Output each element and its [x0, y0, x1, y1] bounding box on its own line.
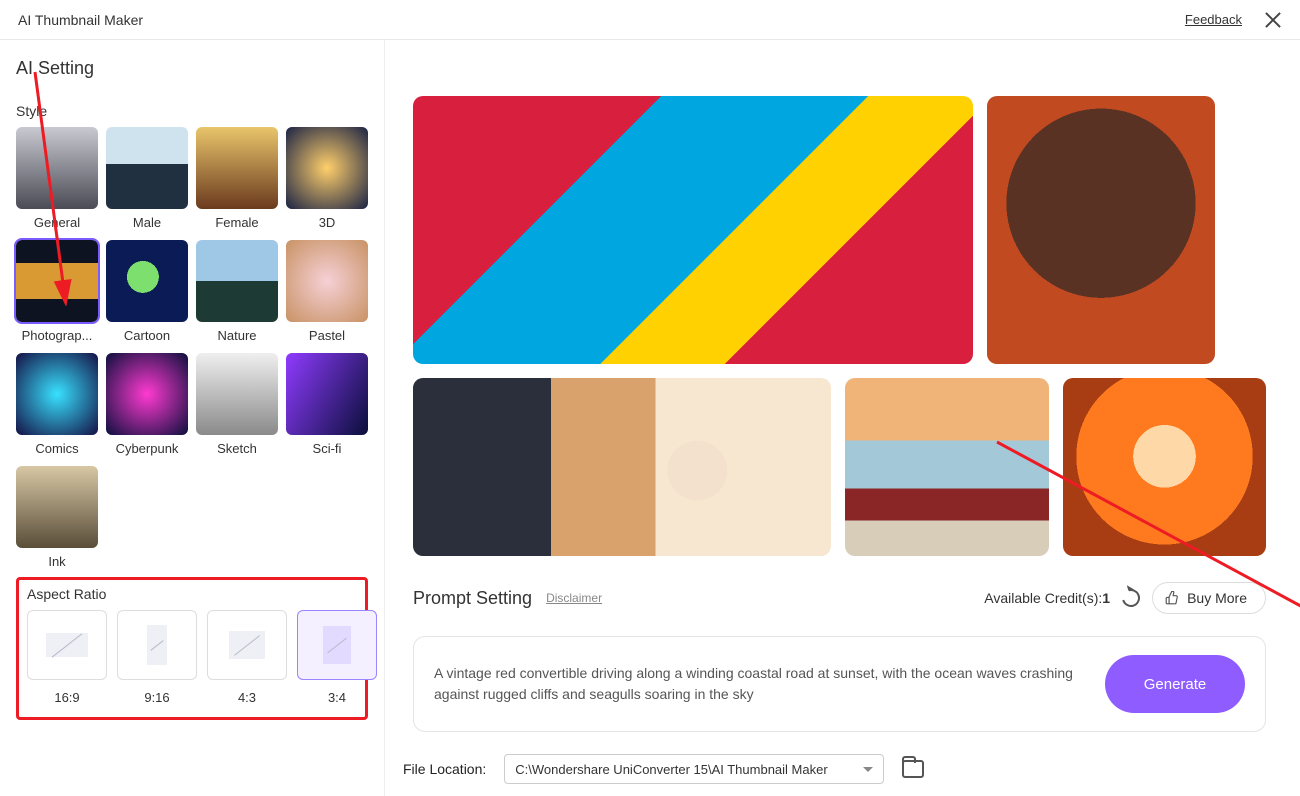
- style-name: Sci-fi: [286, 441, 368, 456]
- style-name: Nature: [196, 328, 278, 343]
- style-item-general[interactable]: General: [16, 127, 98, 230]
- style-name: Male: [106, 215, 188, 230]
- aspect-box: [207, 610, 287, 680]
- style-thumb: [16, 353, 98, 435]
- style-item-nature[interactable]: Nature: [196, 240, 278, 343]
- aspect-ratio-panel: Aspect Ratio 16:99:164:33:4: [16, 577, 368, 720]
- aspect-shape-icon: [147, 625, 167, 665]
- style-thumb: [106, 127, 188, 209]
- disclaimer-link[interactable]: Disclaimer: [546, 591, 602, 605]
- aspect-label: 4:3: [207, 690, 287, 705]
- gallery-thumb[interactable]: [413, 96, 973, 364]
- style-name: Cyberpunk: [106, 441, 188, 456]
- aspect-ratio-label: Aspect Ratio: [27, 586, 357, 602]
- feedback-link[interactable]: Feedback: [1185, 12, 1242, 27]
- prompt-setting-title: Prompt Setting: [413, 588, 532, 609]
- style-section-label: Style: [16, 103, 368, 119]
- gallery-thumb[interactable]: [1063, 378, 1267, 556]
- style-item-comics[interactable]: Comics: [16, 353, 98, 456]
- file-location-value: C:\Wondershare UniConverter 15\AI Thumbn…: [515, 762, 827, 777]
- style-thumb: [196, 240, 278, 322]
- style-thumb: [16, 127, 98, 209]
- style-item-photograp-[interactable]: Photograp...: [16, 240, 98, 343]
- style-name: 3D: [286, 215, 368, 230]
- style-item-female[interactable]: Female: [196, 127, 278, 230]
- window-title: AI Thumbnail Maker: [18, 12, 143, 28]
- prompt-text[interactable]: A vintage red convertible driving along …: [434, 663, 1081, 705]
- style-item-pastel[interactable]: Pastel: [286, 240, 368, 343]
- aspect-shape-icon: [46, 633, 88, 657]
- aspect-9-16[interactable]: 9:16: [117, 610, 197, 705]
- style-thumb: [106, 353, 188, 435]
- file-location-select[interactable]: C:\Wondershare UniConverter 15\AI Thumbn…: [504, 754, 884, 784]
- aspect-16-9[interactable]: 16:9: [27, 610, 107, 705]
- style-name: Cartoon: [106, 328, 188, 343]
- style-thumb: [286, 353, 368, 435]
- gallery-thumb[interactable]: [987, 96, 1215, 364]
- style-item-ink[interactable]: Ink: [16, 466, 98, 569]
- aspect-3-4[interactable]: 3:4: [297, 610, 377, 705]
- style-item-male[interactable]: Male: [106, 127, 188, 230]
- aspect-4-3[interactable]: 4:3: [207, 610, 287, 705]
- file-location-label: File Location:: [403, 761, 486, 777]
- gallery-thumb[interactable]: [413, 378, 831, 556]
- style-thumb: [286, 127, 368, 209]
- aspect-box: [27, 610, 107, 680]
- aspect-label: 3:4: [297, 690, 377, 705]
- gallery: [385, 40, 1300, 556]
- aspect-label: 16:9: [27, 690, 107, 705]
- style-thumb: [286, 240, 368, 322]
- close-icon[interactable]: [1264, 11, 1282, 29]
- style-thumb: [106, 240, 188, 322]
- generate-button[interactable]: Generate: [1105, 655, 1245, 713]
- style-thumb: [16, 240, 98, 322]
- style-name: Sketch: [196, 441, 278, 456]
- gallery-thumb[interactable]: [845, 378, 1049, 556]
- style-item-sketch[interactable]: Sketch: [196, 353, 278, 456]
- sidebar-heading: AI Setting: [16, 58, 368, 79]
- style-name: Photograp...: [16, 328, 98, 343]
- style-name: General: [16, 215, 98, 230]
- open-folder-icon[interactable]: [902, 760, 924, 778]
- style-item-cartoon[interactable]: Cartoon: [106, 240, 188, 343]
- buy-more-label: Buy More: [1187, 590, 1247, 606]
- style-thumb: [196, 353, 278, 435]
- style-item-sci-fi[interactable]: Sci-fi: [286, 353, 368, 456]
- style-item-cyberpunk[interactable]: Cyberpunk: [106, 353, 188, 456]
- thumbs-up-icon: [1165, 591, 1179, 605]
- style-name: Comics: [16, 441, 98, 456]
- style-thumb: [16, 466, 98, 548]
- style-name: Female: [196, 215, 278, 230]
- refresh-icon[interactable]: [1119, 586, 1144, 611]
- style-thumb: [196, 127, 278, 209]
- available-credits: Available Credit(s):1: [984, 590, 1110, 606]
- style-name: Pastel: [286, 328, 368, 343]
- aspect-shape-icon: [323, 626, 351, 664]
- aspect-label: 9:16: [117, 690, 197, 705]
- ai-setting-sidebar: AI Setting Style General Male Female 3D Phot…: [0, 40, 385, 796]
- buy-more-button[interactable]: Buy More: [1152, 582, 1266, 614]
- aspect-shape-icon: [229, 631, 265, 659]
- aspect-box: [297, 610, 377, 680]
- style-item-3d[interactable]: 3D: [286, 127, 368, 230]
- style-name: Ink: [16, 554, 98, 569]
- prompt-box: A vintage red convertible driving along …: [413, 636, 1266, 732]
- aspect-box: [117, 610, 197, 680]
